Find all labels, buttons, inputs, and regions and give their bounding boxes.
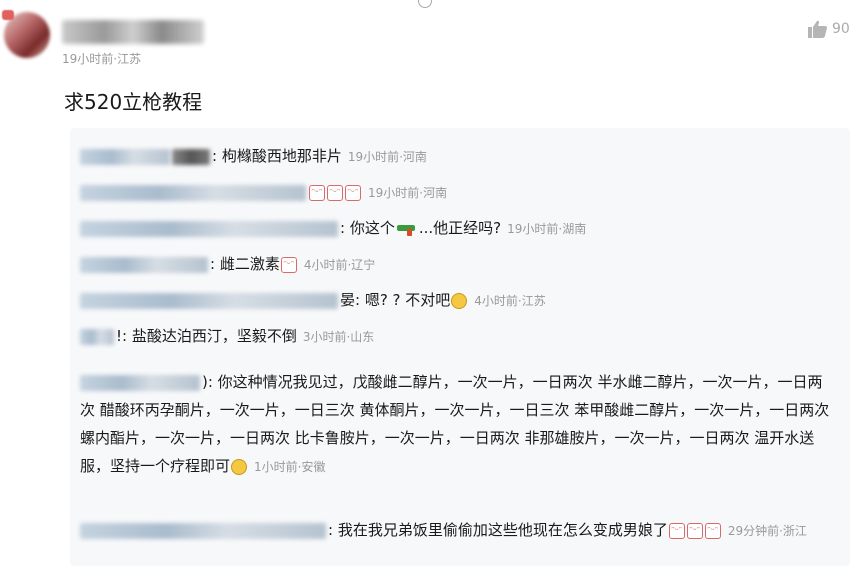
reply-item[interactable]: !: 盐酸达泊西汀，坚毅不倒 3小时前·山东 bbox=[80, 322, 374, 351]
reply-meta: 29分钟前·浙江 bbox=[727, 524, 807, 538]
reply-text: : 枸橼酸西地那非片 bbox=[212, 147, 342, 165]
reply-meta: 4小时前·辽宁 bbox=[303, 258, 376, 272]
reply-meta: 1小时前·安徽 bbox=[254, 460, 326, 474]
reply-text: : 你这个 bbox=[340, 219, 395, 237]
comment-meta: 19小时前·江苏 bbox=[62, 52, 142, 66]
reply-item[interactable]: ᵔᵕᵔ ᵔᵕᵔ ᵔᵕᵔ 19小时前·河南 bbox=[80, 178, 447, 207]
reply-meta: 3小时前·山东 bbox=[302, 330, 375, 344]
reply-username-blurred[interactable] bbox=[80, 148, 170, 165]
comment-text: 求520立枪教程 bbox=[64, 90, 203, 114]
thumbs-up-icon bbox=[808, 20, 828, 38]
sticker-icon: ᵔᵕᵔ bbox=[309, 184, 325, 201]
reply-username-blurred[interactable] bbox=[80, 256, 208, 273]
face-emoji-icon bbox=[451, 292, 468, 309]
reply-username-blurred[interactable] bbox=[80, 220, 338, 237]
reply-username-blurred[interactable] bbox=[80, 184, 306, 201]
reply-item[interactable]: ): 你这种情况我见过，戊酸雌二醇片，一次一片，一日两次 半水雌二醇片，一次一片… bbox=[80, 368, 830, 481]
reply-list: : 枸橼酸西地那非片 19小时前·河南 ᵔᵕᵔ ᵔᵕᵔ ᵔᵕᵔ 19小时前·河南 : 你… bbox=[70, 128, 850, 566]
reply-item[interactable]: : 枸橼酸西地那非片 19小时前·河南 bbox=[80, 142, 427, 171]
like-button[interactable]: 90 bbox=[808, 20, 850, 38]
reply-text: : 雌二激素 bbox=[210, 255, 280, 273]
reply-username-blurred[interactable] bbox=[80, 522, 326, 539]
reply-meta: 19小时前·湖南 bbox=[507, 222, 587, 236]
reply-meta: 19小时前·河南 bbox=[347, 150, 427, 164]
reply-text: 晏: 嗯? ? 不对吧 bbox=[340, 291, 451, 309]
top-indicator bbox=[418, 0, 432, 8]
water-gun-icon bbox=[396, 222, 417, 236]
avatar-badge bbox=[2, 10, 14, 20]
reply-text: : 我在我兄弟饭里偷偷加这些他现在怎么变成男娘了 bbox=[328, 521, 668, 539]
reply-item[interactable]: : 雌二激素 ᵔᵕᵔ 4小时前·辽宁 bbox=[80, 250, 375, 279]
reply-username-blurred[interactable] bbox=[172, 148, 210, 165]
sticker-icon: ᵔᵕᵔ bbox=[704, 522, 721, 539]
reply-item[interactable]: : 你这个 ...他正经吗? 19小时前·湖南 bbox=[80, 214, 586, 243]
username-blurred[interactable] bbox=[62, 20, 204, 44]
sticker-icon: ᵔᵕᵔ bbox=[327, 184, 343, 201]
reply-username-blurred[interactable] bbox=[80, 328, 114, 345]
reply-meta: 4小时前·江苏 bbox=[474, 294, 546, 308]
reply-item[interactable]: 晏: 嗯? ? 不对吧 4小时前·江苏 bbox=[80, 286, 546, 315]
reply-item[interactable]: : 我在我兄弟饭里偷偷加这些他现在怎么变成男娘了 ᵔᵕᵔ ᵔᵕᵔ ᵔᵕᵔ 29分钟前·浙… bbox=[80, 516, 840, 545]
sticker-icon: ᵔᵕᵔ bbox=[280, 256, 297, 273]
sticker-icon: ᵔᵕᵔ bbox=[686, 522, 703, 539]
reply-text: ...他正经吗? bbox=[418, 219, 502, 237]
reply-username-blurred[interactable] bbox=[80, 292, 338, 309]
sticker-icon: ᵔᵕᵔ bbox=[345, 184, 361, 201]
sticker-icon: ᵔᵕᵔ bbox=[668, 522, 685, 539]
like-count: 90 bbox=[832, 21, 850, 37]
reply-text: !: 盐酸达泊西汀，坚毅不倒 bbox=[116, 327, 297, 345]
reply-meta: 19小时前·河南 bbox=[368, 186, 448, 200]
face-emoji-icon bbox=[231, 458, 248, 475]
reply-username-blurred[interactable] bbox=[80, 374, 200, 391]
